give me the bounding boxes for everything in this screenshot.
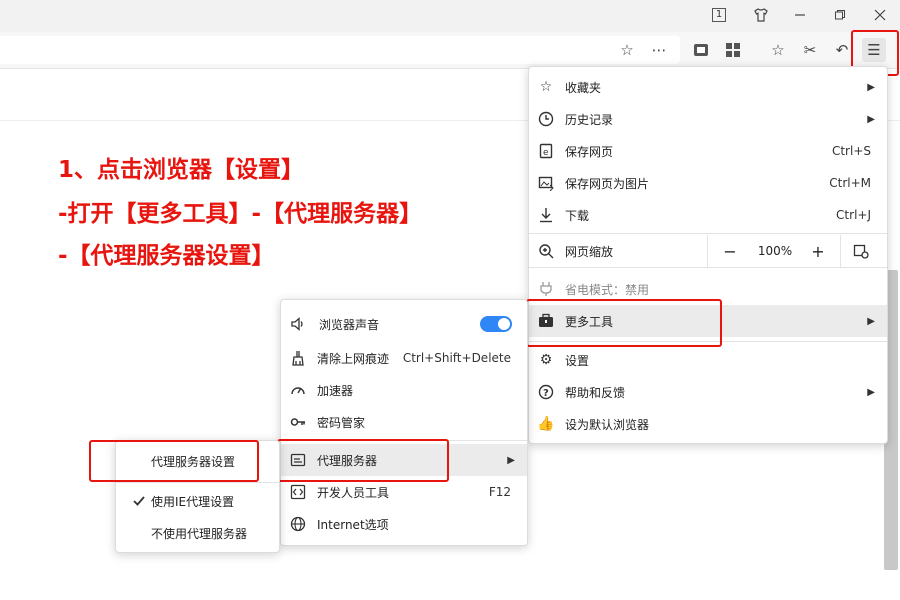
chevron-right-icon: ▶ bbox=[867, 386, 875, 398]
save-image-icon bbox=[537, 174, 555, 192]
main-menu: ☆ 收藏夹 ▶ 历史记录 ▶ e 保存网页 Ctrl+S 保存网页为图片 Ctr… bbox=[528, 66, 888, 444]
tab-count: 1 bbox=[712, 8, 726, 22]
minimize-icon[interactable] bbox=[787, 4, 813, 26]
apps-icon[interactable] bbox=[721, 38, 745, 62]
menu-divider bbox=[529, 233, 887, 234]
menu-item-download[interactable]: 下载 Ctrl+J bbox=[529, 199, 887, 231]
address-bar[interactable] bbox=[0, 36, 680, 64]
svg-text:e: e bbox=[543, 148, 549, 158]
checkmark-icon bbox=[130, 492, 148, 510]
globe-icon bbox=[289, 515, 307, 533]
svg-text:?: ? bbox=[543, 388, 549, 399]
instruction-line-3: -【代理服务器设置】 bbox=[58, 243, 275, 269]
menu-divider bbox=[529, 267, 887, 268]
menu-item-browser-sound[interactable]: 浏览器声音 bbox=[281, 308, 527, 340]
chevron-right-icon: ▶ bbox=[867, 315, 875, 327]
menu-item-clear-history[interactable]: 清除上网痕迹 Ctrl+Shift+Delete bbox=[281, 342, 527, 374]
key-icon bbox=[289, 413, 307, 431]
favorites-icon[interactable]: ☆ bbox=[766, 38, 790, 62]
menu-item-history[interactable]: 历史记录 ▶ bbox=[529, 103, 887, 135]
title-bar: 1 bbox=[0, 0, 900, 32]
zoom-value: 100% bbox=[757, 244, 793, 258]
proxy-highlight bbox=[277, 439, 449, 482]
thumbs-up-icon: 👍 bbox=[537, 416, 555, 432]
menu-item-internet-options[interactable]: Internet选项 bbox=[281, 508, 527, 540]
tab-count-badge[interactable]: 1 bbox=[706, 4, 732, 26]
clock-icon bbox=[537, 110, 555, 128]
menu-item-zoom: 网页缩放 − 100% + bbox=[529, 235, 887, 267]
gear-icon: ⚙ bbox=[539, 352, 553, 368]
tshirt-icon[interactable] bbox=[748, 4, 774, 26]
menu-item-no-proxy[interactable]: 不使用代理服务器 bbox=[116, 517, 279, 549]
menu-item-save-page[interactable]: e 保存网页 Ctrl+S bbox=[529, 135, 887, 167]
menu-item-accelerator[interactable]: 加速器 bbox=[281, 374, 527, 406]
save-page-icon: e bbox=[537, 142, 555, 160]
menu-item-default-browser[interactable]: 👍 设为默认浏览器 bbox=[529, 408, 887, 440]
zoom-divider bbox=[707, 235, 708, 267]
menu-divider bbox=[116, 482, 279, 483]
close-icon[interactable] bbox=[867, 4, 893, 26]
scissors-icon[interactable]: ✂ bbox=[798, 38, 822, 62]
proxy-settings-highlight bbox=[89, 440, 259, 482]
instruction-line-1: 1、点击浏览器【设置】 bbox=[58, 157, 305, 183]
zoom-settings-icon[interactable] bbox=[853, 243, 869, 262]
zoom-out-button[interactable]: − bbox=[719, 242, 741, 261]
more-tools-highlight bbox=[526, 299, 722, 347]
favorites-icon: ☆ bbox=[539, 79, 553, 95]
reader-icon[interactable] bbox=[689, 38, 713, 62]
instruction-line-2: -打开【更多工具】-【代理服务器】 bbox=[58, 201, 423, 227]
speaker-icon bbox=[289, 315, 307, 333]
zoom-icon bbox=[537, 242, 555, 260]
chevron-right-icon: ▶ bbox=[867, 113, 875, 125]
restore-icon[interactable] bbox=[827, 4, 853, 26]
chevron-right-icon: ▶ bbox=[507, 454, 515, 466]
menu-item-save-image[interactable]: 保存网页为图片 Ctrl+M bbox=[529, 167, 887, 199]
plug-icon bbox=[537, 280, 555, 298]
menu-item-settings[interactable]: ⚙ 设置 bbox=[529, 344, 887, 376]
menu-item-favorites[interactable]: ☆ 收藏夹 ▶ bbox=[529, 71, 887, 103]
menu-item-passwords[interactable]: 密码管家 bbox=[281, 406, 527, 438]
more-tools-menu: 浏览器声音 清除上网痕迹 Ctrl+Shift+Delete 加速器 密码管家 … bbox=[280, 299, 528, 546]
zoom-divider bbox=[840, 235, 841, 267]
star-icon[interactable]: ☆ bbox=[615, 38, 639, 62]
menu-item-help[interactable]: ? 帮助和反馈 ▶ bbox=[529, 376, 887, 408]
menu-item-use-ie-proxy[interactable]: 使用IE代理设置 bbox=[116, 485, 279, 517]
browser-toolbar: ☆ ⋯ ☆ ✂ ↶ ☰ bbox=[0, 32, 900, 69]
chevron-right-icon: ▶ bbox=[867, 81, 875, 93]
more-icon[interactable]: ⋯ bbox=[647, 38, 671, 62]
code-icon bbox=[289, 483, 307, 501]
download-icon bbox=[537, 206, 555, 224]
help-icon: ? bbox=[537, 383, 555, 401]
sound-toggle[interactable] bbox=[480, 316, 512, 332]
speedometer-icon bbox=[289, 381, 307, 399]
zoom-in-button[interactable]: + bbox=[807, 242, 829, 261]
broom-icon bbox=[289, 349, 307, 367]
